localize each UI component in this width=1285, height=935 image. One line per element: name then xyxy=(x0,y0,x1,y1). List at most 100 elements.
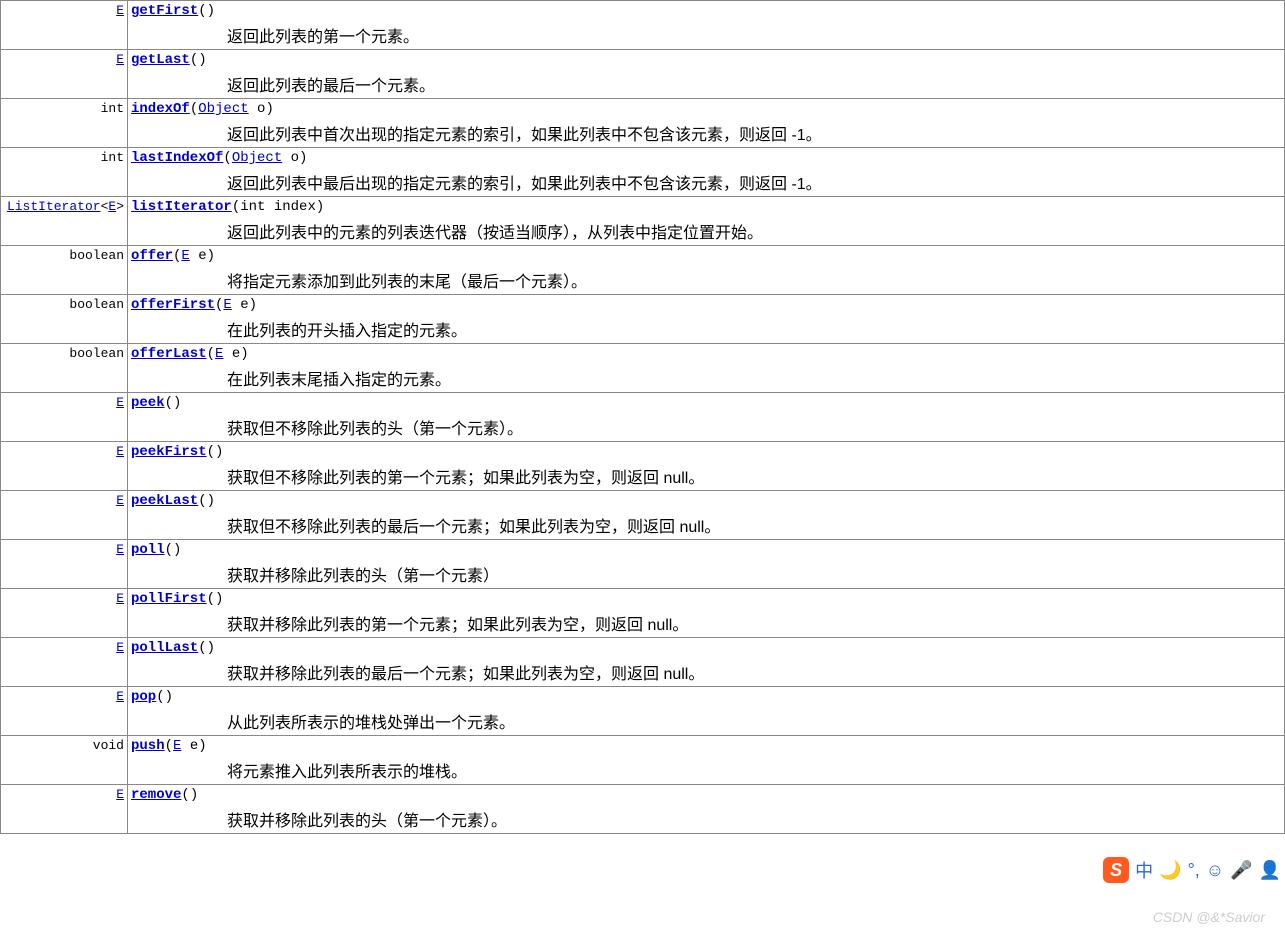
type-link[interactable]: E xyxy=(116,444,124,459)
method-link-listIterator[interactable]: listIterator xyxy=(131,199,232,215)
method-signature: indexOf(Object o) xyxy=(131,101,274,117)
method-signature: lastIndexOf(Object o) xyxy=(131,150,307,166)
type-link[interactable]: E xyxy=(116,787,124,802)
method-link-indexOf[interactable]: indexOf xyxy=(131,101,190,117)
return-type-cell: E xyxy=(1,687,128,736)
method-link-lastIndexOf[interactable]: lastIndexOf xyxy=(131,150,223,166)
method-cell: offer(E e) 将指定元素添加到此列表的末尾（最后一个元素）。 xyxy=(128,246,1285,295)
method-link-push[interactable]: push xyxy=(131,738,165,754)
method-cell: offerLast(E e)在此列表末尾插入指定的元素。 xyxy=(128,344,1285,393)
table-row: Epoll()获取并移除此列表的头（第一个元素） xyxy=(1,540,1285,589)
table-row: Eremove() 获取并移除此列表的头（第一个元素）。 xyxy=(1,785,1285,834)
method-cell: listIterator(int index)返回此列表中的元素的列表迭代器（按… xyxy=(128,197,1285,246)
ime-item[interactable]: 中 xyxy=(1135,857,1153,883)
return-type-cell: ListIterator<E> xyxy=(1,197,128,246)
method-cell: indexOf(Object o)返回此列表中首次出现的指定元素的索引，如果此列… xyxy=(128,99,1285,148)
method-description: 从此列表所表示的堆栈处弹出一个元素。 xyxy=(227,709,1281,733)
method-link-peek[interactable]: peek xyxy=(131,395,165,411)
type-link[interactable]: E xyxy=(116,640,124,655)
method-signature: remove() xyxy=(131,787,198,803)
method-description: 获取但不移除此列表的第一个元素；如果此列表为空，则返回 null。 xyxy=(227,464,1281,488)
return-type-cell: boolean xyxy=(1,344,128,393)
method-signature: offer(E e) xyxy=(131,248,215,264)
method-signature: getLast() xyxy=(131,52,207,68)
method-link-offerFirst[interactable]: offerFirst xyxy=(131,297,215,313)
param-link-Object[interactable]: Object xyxy=(232,150,282,166)
method-cell: poll()获取并移除此列表的头（第一个元素） xyxy=(128,540,1285,589)
type-link[interactable]: E xyxy=(116,395,124,410)
ime-mic-icon[interactable]: 🎤 xyxy=(1230,860,1252,881)
ime-item[interactable]: °, xyxy=(1188,860,1200,881)
table-row: booleanofferFirst(E e)在此列表的开头插入指定的元素。 xyxy=(1,295,1285,344)
ime-logo-icon[interactable]: S xyxy=(1103,857,1129,883)
method-signature: pop() xyxy=(131,689,173,705)
return-type-cell: E xyxy=(1,491,128,540)
method-link-pollLast[interactable]: pollLast xyxy=(131,640,198,656)
return-type-cell: E xyxy=(1,442,128,491)
method-description: 获取并移除此列表的第一个元素；如果此列表为空，则返回 null。 xyxy=(227,611,1281,635)
ime-moon-icon[interactable]: 🌙 xyxy=(1159,860,1181,881)
method-link-peekFirst[interactable]: peekFirst xyxy=(131,444,207,460)
return-type-cell: E xyxy=(1,638,128,687)
type-link[interactable]: E xyxy=(116,3,124,18)
method-link-pop[interactable]: pop xyxy=(131,689,156,705)
method-signature: peekLast() xyxy=(131,493,215,509)
method-link-getLast[interactable]: getLast xyxy=(131,52,190,68)
table-row: Epop() 从此列表所表示的堆栈处弹出一个元素。 xyxy=(1,687,1285,736)
method-link-pollFirst[interactable]: pollFirst xyxy=(131,591,207,607)
method-cell: peek()获取但不移除此列表的头（第一个元素）。 xyxy=(128,393,1285,442)
method-description: 获取但不移除此列表的最后一个元素；如果此列表为空，则返回 null。 xyxy=(227,513,1281,537)
type-link[interactable]: E xyxy=(116,493,124,508)
method-link-offerLast[interactable]: offerLast xyxy=(131,346,207,362)
method-cell: push(E e)将元素推入此列表所表示的堆栈。 xyxy=(128,736,1285,785)
method-link-peekLast[interactable]: peekLast xyxy=(131,493,198,509)
table-row: EgetFirst()返回此列表的第一个元素。 xyxy=(1,1,1285,50)
param-link-E[interactable]: E xyxy=(181,248,189,264)
return-type-cell: int xyxy=(1,99,128,148)
method-description: 将元素推入此列表所表示的堆栈。 xyxy=(227,758,1281,782)
method-signature: listIterator(int index) xyxy=(131,199,324,215)
type-link[interactable]: E xyxy=(116,52,124,67)
method-cell: pop() 从此列表所表示的堆栈处弹出一个元素。 xyxy=(128,687,1285,736)
table-row: EgetLast() 返回此列表的最后一个元素。 xyxy=(1,50,1285,99)
return-type-cell: E xyxy=(1,393,128,442)
method-cell: peekLast() 获取但不移除此列表的最后一个元素；如果此列表为空，则返回 n… xyxy=(128,491,1285,540)
method-description: 将指定元素添加到此列表的末尾（最后一个元素）。 xyxy=(227,268,1281,292)
table-row: EpeekFirst()获取但不移除此列表的第一个元素；如果此列表为空，则返回 … xyxy=(1,442,1285,491)
type-link[interactable]: E xyxy=(116,591,124,606)
method-cell: offerFirst(E e)在此列表的开头插入指定的元素。 xyxy=(128,295,1285,344)
method-cell: remove() 获取并移除此列表的头（第一个元素）。 xyxy=(128,785,1285,834)
method-description: 获取并移除此列表的头（第一个元素）。 xyxy=(227,807,1281,831)
type-link[interactable]: E xyxy=(116,542,124,557)
method-cell: lastIndexOf(Object o)返回此列表中最后出现的指定元素的索引，… xyxy=(128,148,1285,197)
table-row: booleanofferLast(E e)在此列表末尾插入指定的元素。 xyxy=(1,344,1285,393)
table-row: ListIterator<E>listIterator(int index)返回… xyxy=(1,197,1285,246)
type-link[interactable]: E xyxy=(116,689,124,704)
methods-table: EgetFirst()返回此列表的第一个元素。EgetLast()返回此列表的最… xyxy=(0,0,1285,834)
ime-smile-icon[interactable]: ☺ xyxy=(1206,860,1224,881)
method-link-poll[interactable]: poll xyxy=(131,542,165,558)
type-link[interactable]: ListIterator xyxy=(7,199,101,214)
table-row: EpeekLast() 获取但不移除此列表的最后一个元素；如果此列表为空，则返回 … xyxy=(1,491,1285,540)
method-signature: offerFirst(E e) xyxy=(131,297,257,313)
param-link-Object[interactable]: Object xyxy=(198,101,248,117)
method-cell: pollFirst()获取并移除此列表的第一个元素；如果此列表为空，则返回 nu… xyxy=(128,589,1285,638)
table-row: intindexOf(Object o)返回此列表中首次出现的指定元素的索引，如… xyxy=(1,99,1285,148)
table-row: intlastIndexOf(Object o)返回此列表中最后出现的指定元素的… xyxy=(1,148,1285,197)
method-link-getFirst[interactable]: getFirst xyxy=(131,3,198,19)
return-type-cell: void xyxy=(1,736,128,785)
method-signature: offerLast(E e) xyxy=(131,346,249,362)
method-link-remove[interactable]: remove xyxy=(131,787,181,803)
method-cell: pollLast()获取并移除此列表的最后一个元素；如果此列表为空，则返回 nu… xyxy=(128,638,1285,687)
method-signature: getFirst() xyxy=(131,3,215,19)
method-signature: peek() xyxy=(131,395,181,411)
ime-user-icon[interactable]: 👤 xyxy=(1259,860,1281,881)
method-description: 返回此列表的最后一个元素。 xyxy=(227,72,1281,96)
return-type-cell: boolean xyxy=(1,295,128,344)
ime-toolbar[interactable]: S 中 🌙 °, ☺ 🎤 👤 xyxy=(1099,855,1285,885)
param-link-E[interactable]: E xyxy=(223,297,231,313)
method-description: 获取并移除此列表的最后一个元素；如果此列表为空，则返回 null。 xyxy=(227,660,1281,684)
return-type-cell: int xyxy=(1,148,128,197)
method-link-offer[interactable]: offer xyxy=(131,248,173,264)
method-signature: peekFirst() xyxy=(131,444,223,460)
